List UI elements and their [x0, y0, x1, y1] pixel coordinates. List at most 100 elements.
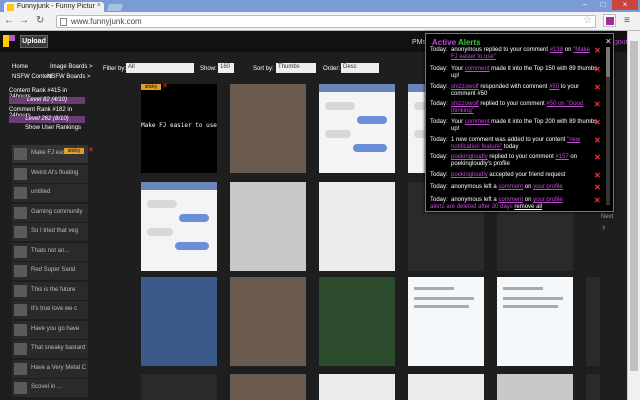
next-page-label[interactable]: Next [601, 214, 613, 220]
alert-message: Your comment made it into the Top 150 wi… [451, 66, 598, 79]
tab-close-icon[interactable]: × [97, 2, 101, 9]
remove-alert-icon[interactable]: ✕ [594, 153, 601, 162]
alert-link[interactable]: #138 [550, 47, 563, 53]
remove-thumb-icon[interactable]: ✕ [162, 82, 168, 90]
remove-alert-icon[interactable]: ✕ [594, 118, 601, 127]
extension-icon[interactable] [603, 14, 616, 27]
sidebar-thumb [14, 284, 27, 297]
page-scrollbar[interactable] [627, 31, 640, 400]
alert-link[interactable]: comment [498, 197, 523, 203]
maximize-button[interactable]: □ [594, 0, 612, 10]
sidebar-list-item[interactable]: It's true love we c [12, 301, 88, 319]
alert-message: shizzowolf replied to your comment #50 o… [451, 101, 584, 114]
content-thumbnail[interactable] [230, 84, 306, 173]
alert-link[interactable]: #50 [549, 84, 559, 90]
alert-link[interactable]: poekingloudly [451, 154, 488, 160]
sort-by-select[interactable]: Thumbs [276, 63, 316, 73]
content-thumbnail[interactable] [586, 374, 600, 400]
sidebar-list-item[interactable]: Have a Very Metal C [12, 359, 88, 378]
chrome-menu-icon[interactable]: ≡ [624, 15, 630, 26]
alert-message: 1 new comment was added to your content … [451, 137, 581, 150]
content-thumbnail[interactable] [230, 277, 306, 366]
content-thumbnail[interactable] [497, 277, 573, 366]
remove-alert-icon[interactable]: ✕ [594, 136, 601, 145]
remove-alert-icon[interactable]: ✕ [594, 65, 601, 74]
alert-link[interactable]: comment [498, 184, 523, 190]
content-thumbnail[interactable]: Make FJ easier to use [141, 84, 217, 173]
sidebar-item-label: Scovel in ... [31, 384, 63, 390]
sidebar-list-item[interactable]: Scovel in ... [12, 379, 88, 397]
content-thumbnail[interactable] [230, 182, 306, 271]
alert-link[interactable]: comment [465, 66, 490, 72]
pms-link[interactable]: PMs [412, 39, 426, 46]
content-thumbnail[interactable] [141, 374, 217, 400]
content-thumbnail[interactable] [141, 182, 217, 271]
reload-button[interactable]: ↻ [36, 15, 44, 26]
alert-link[interactable]: shizzowolf [451, 84, 479, 90]
show-user-rankings-link[interactable]: Show User Rankings [25, 125, 81, 131]
page-icon [60, 18, 67, 26]
content-thumbnail[interactable] [497, 374, 573, 400]
sidebar-list-item[interactable]: That sneaky bastard [12, 340, 88, 358]
content-thumbnail[interactable] [230, 374, 306, 400]
alerts-title: Active Alerts [432, 38, 481, 47]
content-thumbnail[interactable] [319, 84, 395, 173]
content-thumbnail[interactable] [408, 374, 484, 400]
remove-sticky-icon[interactable]: ✕ [88, 146, 94, 154]
alert-day: Today: [430, 197, 448, 203]
content-thumbnail[interactable] [408, 277, 484, 366]
sidebar-list-item[interactable]: Gaming community [12, 203, 88, 222]
address-bar[interactable]: www.funnyjunk.com ☆ [56, 15, 596, 28]
alert-link[interactable]: shizzowolf [451, 101, 479, 107]
forward-button[interactable]: → [19, 15, 29, 26]
remove-all-link[interactable]: remove all [514, 204, 542, 210]
sort-by-label: Sort by: [253, 66, 274, 72]
remove-alert-icon[interactable]: ✕ [594, 46, 601, 55]
sticky-badge: sticky [64, 148, 84, 154]
alert-link[interactable]: comment [465, 119, 490, 125]
sidebar-list-item[interactable]: untitled [12, 184, 88, 202]
funnyjunk-logo[interactable] [3, 35, 15, 47]
next-arrow-icon[interactable]: › [602, 222, 612, 233]
alert-link[interactable]: poekingloudly [451, 172, 488, 178]
close-window-button[interactable]: × [612, 0, 638, 10]
content-thumbnail[interactable] [319, 374, 395, 400]
alert-link[interactable]: your profile [533, 184, 563, 190]
alert-link[interactable]: #157 [555, 154, 568, 160]
content-thumbnail[interactable] [319, 277, 395, 366]
remove-alert-icon[interactable]: ✕ [594, 183, 601, 192]
home-link[interactable]: Home [12, 64, 28, 70]
sidebar-list-item[interactable]: Red Super Sand [12, 262, 88, 280]
remove-alert-icon[interactable]: ✕ [594, 100, 601, 109]
sidebar-list-item[interactable]: This is the future [12, 281, 88, 300]
image-boards-link[interactable]: Image Boards > [50, 64, 93, 70]
alert-link[interactable]: your profile [533, 197, 563, 203]
sidebar-thumb [14, 343, 27, 355]
show-select[interactable]: 160 [218, 63, 234, 73]
logout-link[interactable]: gout [614, 39, 628, 46]
minimize-button[interactable]: – [576, 0, 594, 10]
alert-message: anonymous left a comment on your profile [451, 184, 563, 190]
sidebar-item-label: Have you go have [31, 325, 80, 332]
remove-alert-icon[interactable]: ✕ [594, 83, 601, 92]
upload-button[interactable]: Upload [20, 35, 48, 48]
content-thumbnail[interactable] [319, 182, 395, 271]
sidebar-list-item[interactable]: So I tried that veg [12, 223, 88, 241]
new-tab-button[interactable] [106, 4, 124, 11]
order-select[interactable]: Desc [341, 63, 379, 73]
bookmark-star-icon[interactable]: ☆ [583, 15, 592, 26]
alerts-close-icon[interactable]: ✕ [605, 37, 613, 46]
sidebar-thumb [14, 148, 27, 160]
sidebar-list-item[interactable]: Have you go have [12, 320, 88, 339]
sidebar-item-label: Thats not an... [31, 247, 70, 254]
back-button[interactable]: ← [4, 15, 14, 26]
nsfw-boards-link[interactable]: NSFW Boards > [47, 74, 91, 80]
sidebar-thumb [14, 226, 27, 238]
sidebar-list-item[interactable]: Weird Al's floating [12, 164, 88, 183]
content-thumbnail[interactable] [586, 277, 600, 366]
sidebar-list-item[interactable]: Thats not an... [12, 242, 88, 261]
alerts-scrollbar[interactable] [606, 47, 610, 205]
filter-by-select[interactable]: All [126, 63, 194, 73]
content-thumbnail[interactable] [141, 277, 217, 366]
remove-alert-icon[interactable]: ✕ [594, 171, 601, 180]
